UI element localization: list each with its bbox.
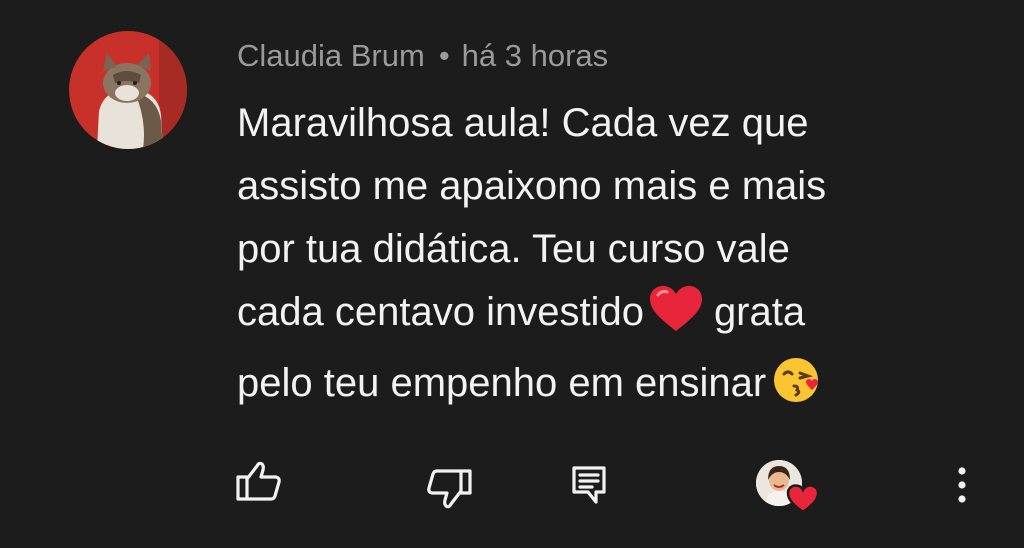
creator-heart-badge[interactable] xyxy=(752,456,822,518)
dislike-button[interactable] xyxy=(422,464,476,514)
comment-line: Maravilhosa aula! Cada vez que xyxy=(237,101,809,145)
red-heart-emoji-icon xyxy=(648,285,704,352)
author-avatar[interactable] xyxy=(69,31,187,149)
comment-line-with-emoji: cada centavo investido grata xyxy=(237,281,977,352)
thumbs-down-icon xyxy=(427,469,472,509)
reply-comment-icon xyxy=(572,466,606,504)
author-name[interactable]: Claudia Brum xyxy=(237,38,425,73)
like-button[interactable] xyxy=(232,456,286,506)
meta-separator: • xyxy=(438,38,450,73)
more-options-button[interactable] xyxy=(944,462,980,508)
face-blowing-kiss-emoji-icon xyxy=(772,356,824,423)
comment-line-with-emoji: pelo teu empenho em ensinar xyxy=(237,352,977,423)
comment-meta: Claudia Brum • há 3 horas xyxy=(237,36,608,76)
comment-card: Claudia Brum • há 3 horas Maravilhosa aula… xyxy=(0,0,1024,548)
cat-photo-icon xyxy=(69,31,187,149)
comment-timestamp[interactable]: há 3 horas xyxy=(462,38,609,73)
comment-line: por tua didática. Teu curso vale xyxy=(237,227,790,271)
comment-fragment: cada centavo investido xyxy=(237,290,644,334)
heart-badge-icon xyxy=(786,484,820,514)
comment-text: Maravilhosa aula! Cada vez que assisto m… xyxy=(237,92,977,423)
more-vertical-icon xyxy=(958,467,966,503)
thumbs-up-icon xyxy=(236,461,281,501)
comment-actions xyxy=(0,456,1024,516)
comment-fragment: pelo teu empenho em ensinar xyxy=(237,361,767,405)
reply-button[interactable] xyxy=(566,462,612,508)
comment-line: assisto me apaixono mais e mais xyxy=(237,164,827,208)
comment-fragment: grata xyxy=(713,290,806,334)
